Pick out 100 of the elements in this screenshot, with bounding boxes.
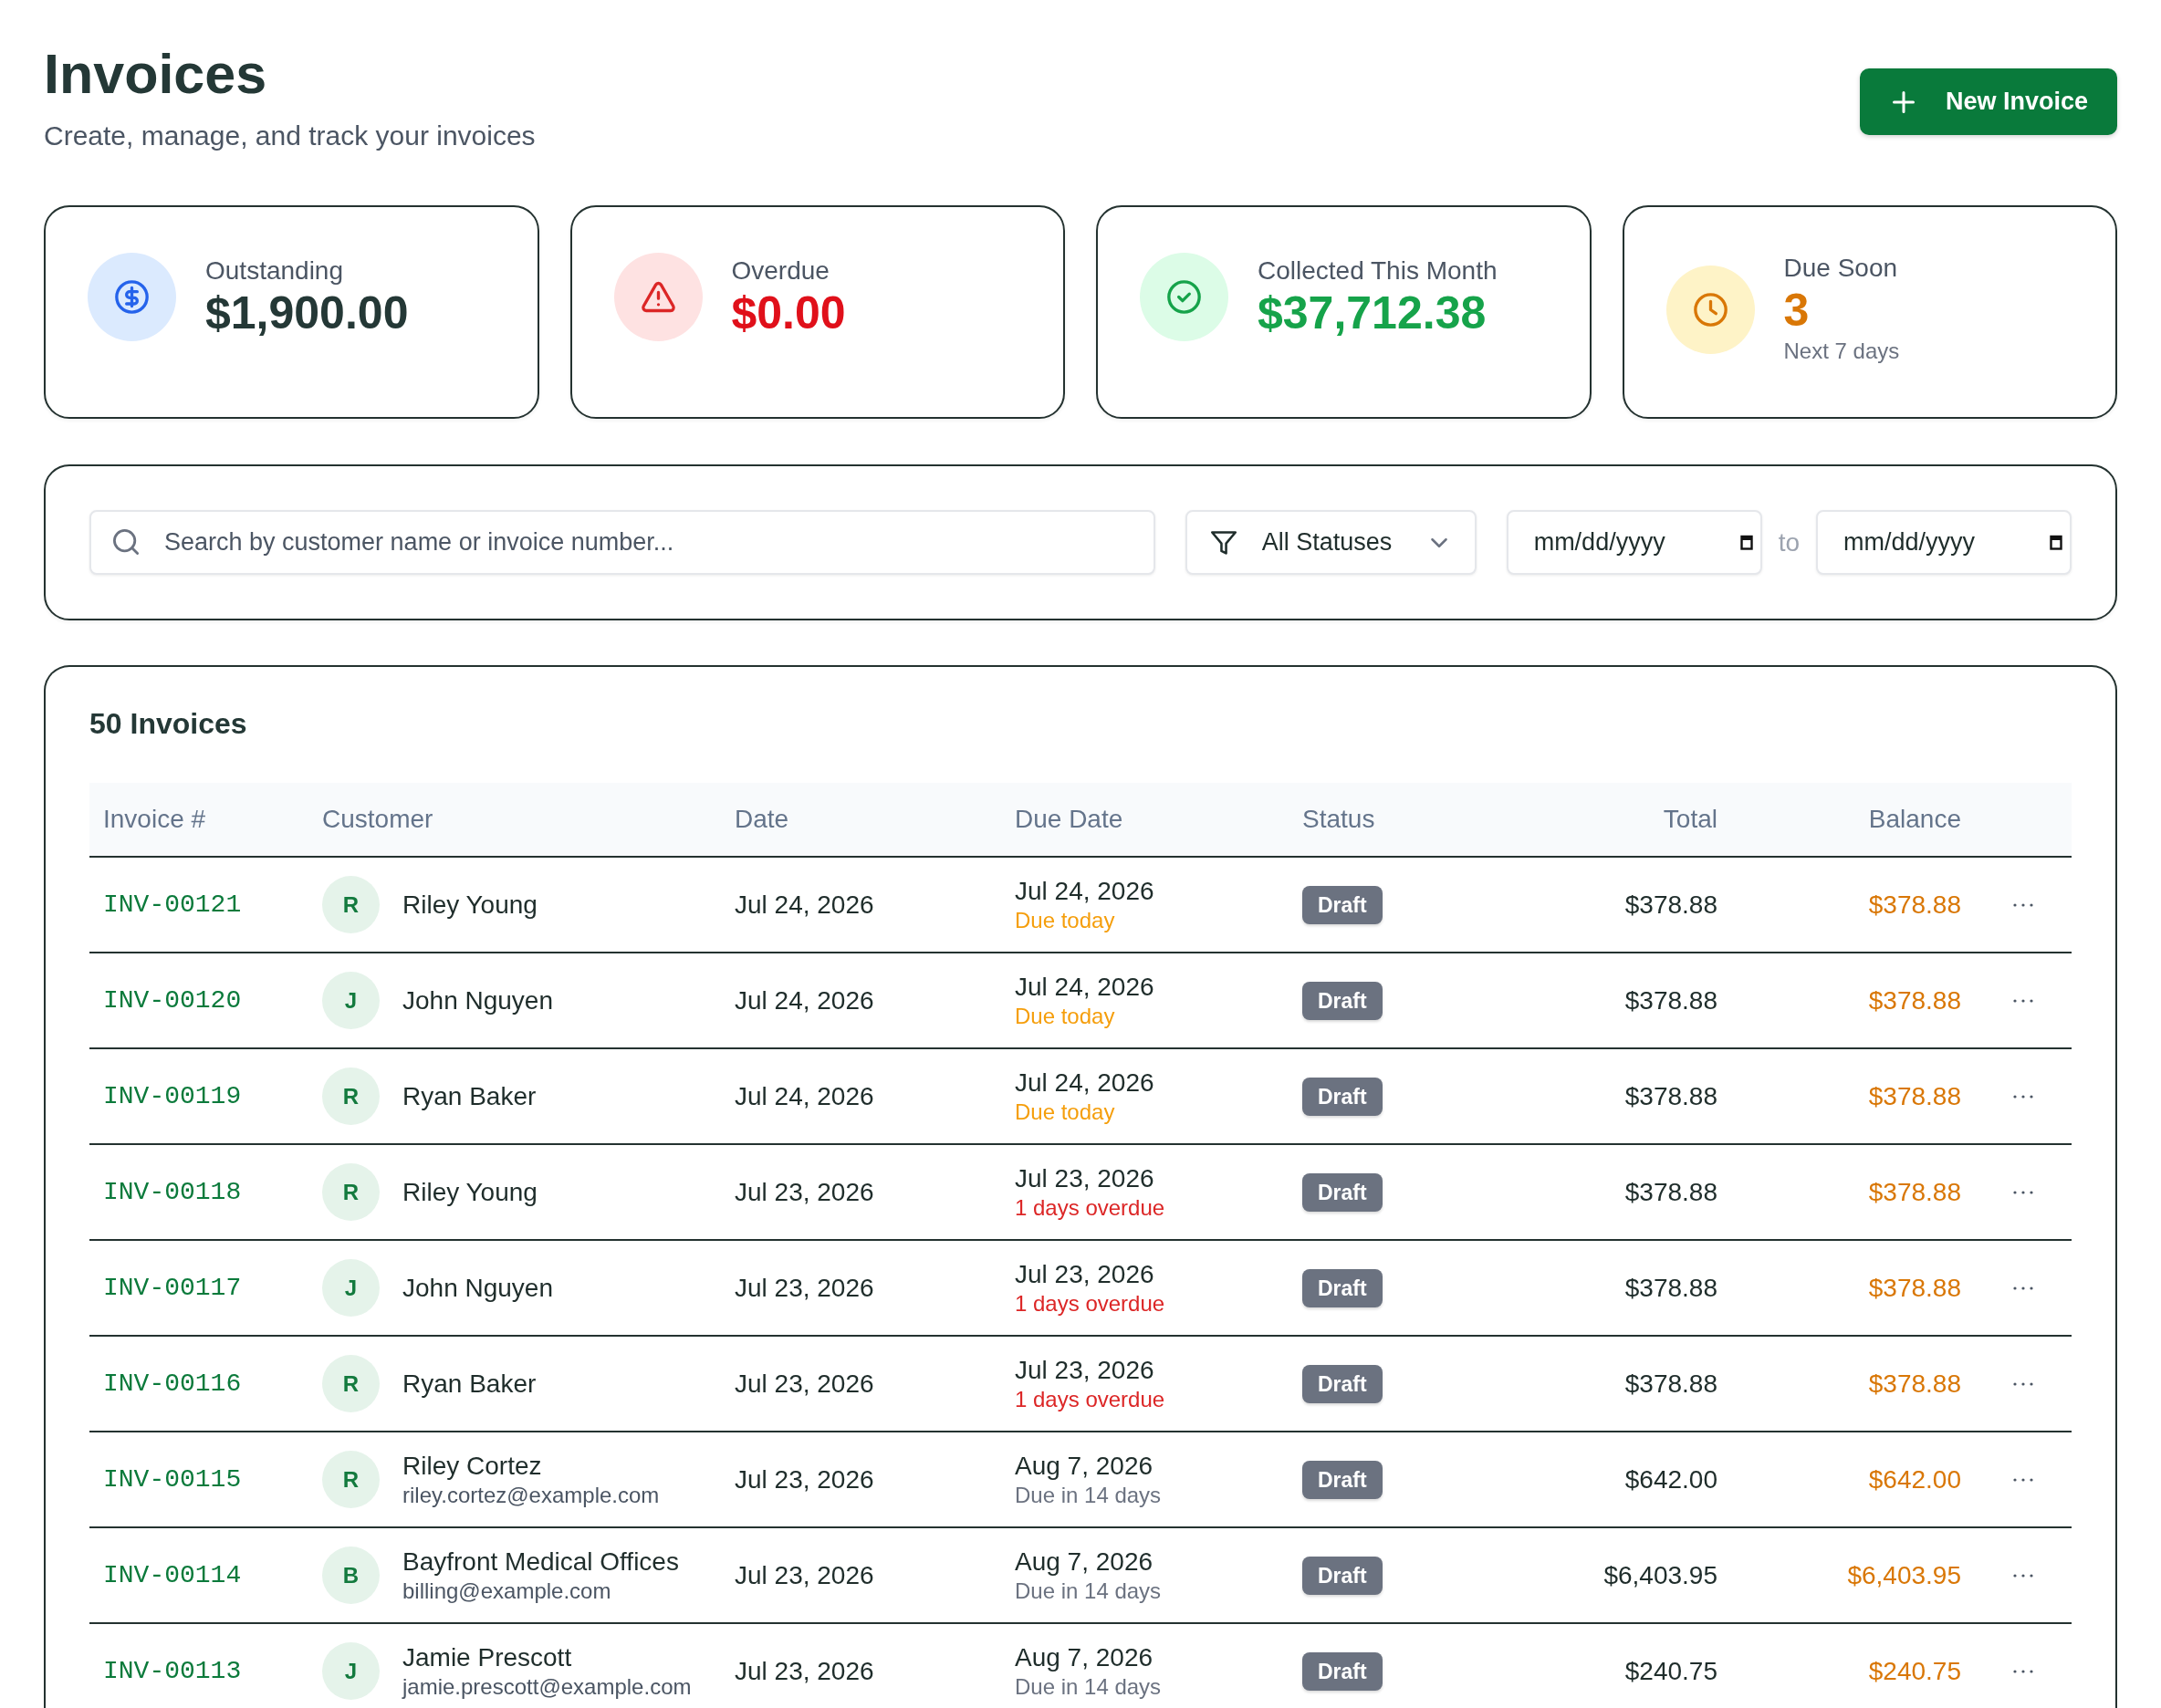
balance-amount: $6,403.95 [1847,1560,1961,1589]
more-icon[interactable] [2013,999,2033,1004]
customer-email: billing@example.com [402,1577,611,1605]
calendar-icon[interactable] [2050,534,2062,550]
range-separator-label: to [1778,527,1800,557]
stat-value: $37,712.38 [1258,286,1487,339]
due-date: Jul 23, 2026 [1015,1258,1154,1290]
status-badge: Draft [1302,1172,1383,1212]
page-subtitle: Create, manage, and track your invoices [44,120,536,152]
customer-name: Riley Cortez [402,1450,542,1482]
invoice-date: Jul 23, 2026 [735,1560,874,1589]
search-field[interactable]: Search by customer name or invoice number... [89,510,1155,575]
customer-avatar: R [322,1451,380,1508]
more-icon[interactable] [2013,1286,2033,1291]
invoice-number-link[interactable]: INV-00113 [103,1657,242,1685]
invoice-number-link[interactable]: INV-00116 [103,1370,242,1398]
invoice-number-link[interactable]: INV-00115 [103,1465,242,1494]
customer-name: John Nguyen [402,1272,553,1304]
total-amount: $378.88 [1624,1273,1717,1302]
invoice-number-link[interactable]: INV-00114 [103,1561,242,1589]
status-badge: Draft [1302,981,1383,1020]
balance-amount: $378.88 [1868,1177,1961,1206]
due-note: Due today [1015,1002,1115,1030]
calendar-icon[interactable] [1739,534,1753,550]
balance-amount: $378.88 [1868,1369,1961,1398]
balance-amount: $642.00 [1868,1464,1961,1494]
customer-avatar: R [322,876,380,933]
invoice-number-link[interactable]: INV-00120 [103,986,242,1015]
due-date: Jul 23, 2026 [1015,1354,1154,1386]
due-note: Due in 14 days [1015,1672,1162,1701]
invoice-date: Jul 24, 2026 [735,985,874,1015]
status-badge: Draft [1302,1556,1383,1595]
invoice-number-link[interactable]: INV-00117 [103,1274,242,1302]
customer-avatar: J [322,1642,380,1700]
customer-avatar: R [322,1355,380,1412]
status-badge: Draft [1302,1077,1383,1116]
funnel-icon [1210,530,1237,555]
customer-name: Ryan Baker [402,1080,537,1112]
column-header: Invoice # [103,805,206,833]
column-header: Status [1302,805,1375,833]
invoice-number-link[interactable]: INV-00119 [103,1082,242,1110]
more-icon[interactable] [2013,1478,2033,1483]
invoice-date: Jul 24, 2026 [735,890,874,919]
customer-avatar: R [322,1163,380,1221]
more-icon[interactable] [2013,1670,2033,1674]
due-date: Jul 24, 2026 [1015,875,1154,907]
chevron-down-icon [1430,537,1447,547]
balance-amount: $378.88 [1868,1273,1961,1302]
due-note: 1 days overdue [1015,1193,1165,1222]
column-header: Date [735,805,789,833]
due-note: Due today [1015,906,1115,934]
due-note: Due in 14 days [1015,1577,1162,1605]
stat-label: Collected This Month [1258,255,1498,286]
column-header: Balance [1868,805,1961,833]
stat-label: Overdue [731,255,830,286]
balance-amount: $240.75 [1868,1656,1961,1685]
more-icon[interactable] [2013,1191,2033,1195]
customer-name: Bayfront Medical Offices [402,1546,679,1578]
balance-amount: $378.88 [1868,1081,1961,1110]
total-amount: $642.00 [1624,1464,1717,1494]
invoice-number-link[interactable]: INV-00121 [103,890,242,919]
due-date: Aug 7, 2026 [1015,1450,1154,1482]
due-date: Aug 7, 2026 [1015,1546,1154,1578]
due-date: Jul 23, 2026 [1015,1162,1154,1194]
status-dropdown[interactable]: All Statuses [1185,510,1477,575]
invoice-date: Jul 23, 2026 [735,1177,874,1206]
date-field[interactable]: mm/dd/yyyy [1506,510,1762,575]
column-header: Customer [322,805,433,833]
invoice-date: Jul 23, 2026 [735,1369,874,1398]
new-invoice-button[interactable]: New Invoice [1859,68,2117,135]
due-date: Aug 7, 2026 [1015,1641,1154,1673]
status-badge: Draft [1302,885,1383,924]
more-icon[interactable] [2013,903,2033,908]
balance-amount: $378.88 [1868,890,1961,919]
customer-avatar: J [322,1259,380,1317]
invoice-date: Jul 23, 2026 [735,1464,874,1494]
invoice-date: Jul 23, 2026 [735,1656,874,1685]
total-amount: $378.88 [1624,890,1717,919]
page-title: Invoices [44,42,268,107]
customer-email: jamie.prescott@example.com [402,1672,692,1701]
status-badge: Draft [1302,1364,1383,1403]
date-field[interactable]: mm/dd/yyyy [1816,510,2072,575]
total-amount: $240.75 [1624,1656,1717,1685]
status-badge: Draft [1302,1268,1383,1307]
status-badge: Draft [1302,1460,1383,1499]
customer-name: Ryan Baker [402,1368,537,1400]
more-icon[interactable] [2013,1382,2033,1387]
customer-email: riley.cortez@example.com [402,1481,660,1509]
stat-value: $1,900.00 [205,286,409,339]
more-icon[interactable] [2013,1574,2033,1578]
stat-value: $0.00 [731,286,846,339]
customer-name: John Nguyen [402,984,553,1016]
clock-icon [1665,265,1755,354]
dollar-icon [88,253,176,341]
total-amount: $378.88 [1624,985,1717,1015]
invoice-number-link[interactable]: INV-00118 [103,1178,242,1206]
more-icon[interactable] [2013,1095,2033,1099]
due-date: Jul 24, 2026 [1015,1067,1154,1099]
stat-label: Due Soon [1783,253,1898,284]
total-amount: $378.88 [1624,1081,1717,1110]
